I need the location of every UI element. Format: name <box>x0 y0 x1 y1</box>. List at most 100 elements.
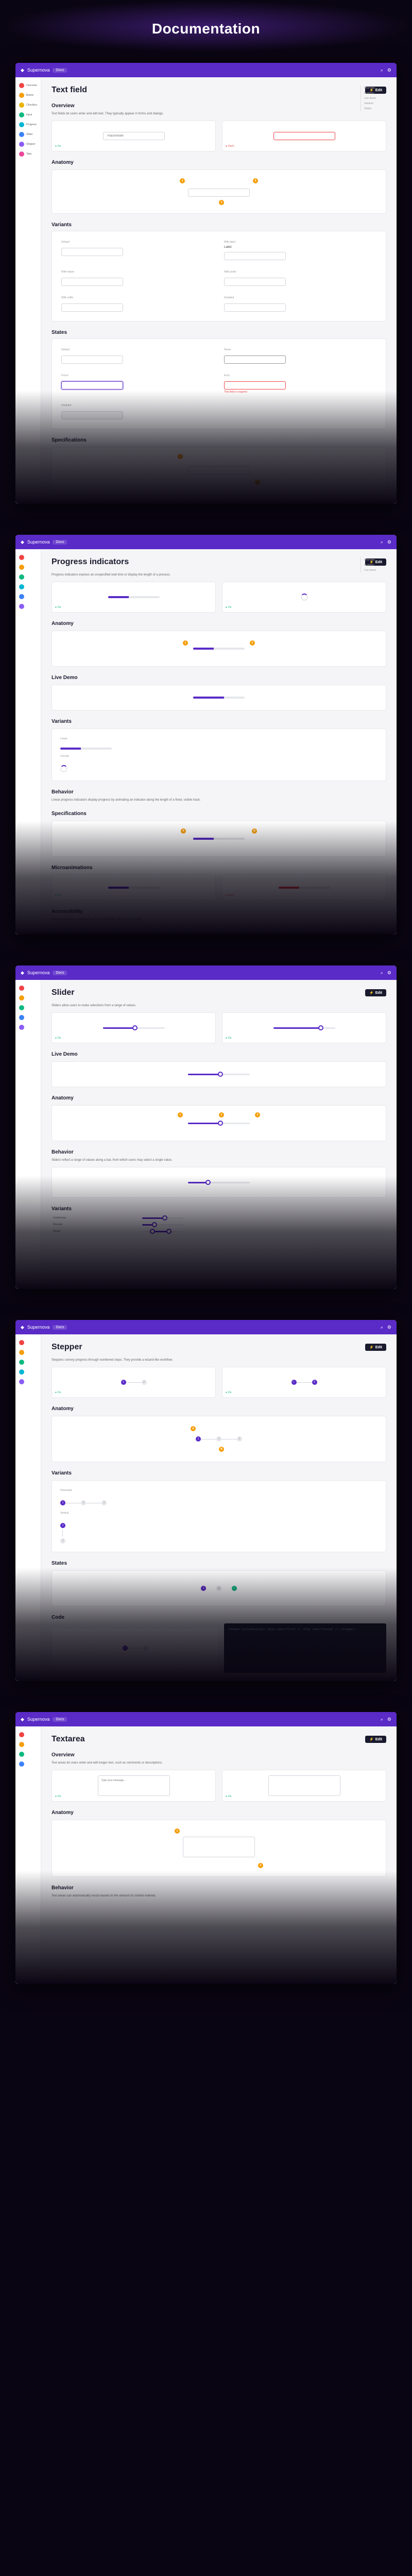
sidebar-item[interactable] <box>18 1750 39 1758</box>
edit-button[interactable]: Edit <box>365 1344 386 1351</box>
project-pill[interactable]: Docs <box>53 540 67 545</box>
textfield-demo[interactable] <box>103 132 165 140</box>
page-title: Progress indicators <box>52 557 129 567</box>
slider-thumb[interactable] <box>218 1072 223 1077</box>
project-pill[interactable]: Docs <box>53 1717 67 1722</box>
sidebar-item[interactable]: Button <box>18 91 39 99</box>
stepper-demo: ✓2 <box>291 1380 317 1385</box>
slider-demo[interactable] <box>273 1027 335 1029</box>
anatomy-sample <box>193 648 245 650</box>
progress-demo[interactable] <box>193 697 245 699</box>
variant-input[interactable] <box>61 248 123 256</box>
toc-item[interactable]: Anatomy <box>360 91 391 96</box>
anatomy-card: 12 <box>52 1820 386 1877</box>
step-dot[interactable]: 2 <box>142 1380 147 1385</box>
variant-input[interactable] <box>224 252 286 260</box>
slider-live[interactable] <box>188 1074 250 1075</box>
settings-icon[interactable]: ⚙ <box>387 67 391 73</box>
search-icon[interactable]: ⌕ <box>381 67 383 73</box>
sidebar-item[interactable] <box>18 1004 39 1012</box>
settings-icon[interactable]: ⚙ <box>387 539 391 545</box>
section-heading: Behavior <box>52 1149 386 1155</box>
step-inactive: 2 <box>216 1586 221 1591</box>
sidebar-item[interactable]: Progress <box>18 121 39 129</box>
settings-icon[interactable]: ⚙ <box>387 1325 391 1330</box>
sidebar-item[interactable] <box>18 1338 39 1347</box>
states-grid: Default Hover Focus ErrorThis field is r… <box>52 338 386 429</box>
state-input[interactable] <box>224 381 286 389</box>
hero: Documentation <box>0 0 412 53</box>
state-input[interactable] <box>61 355 123 364</box>
step-dot[interactable]: 1 <box>121 1380 126 1385</box>
project-pill[interactable]: Docs <box>53 68 67 73</box>
toc-item[interactable]: Variants <box>360 101 391 106</box>
state-input[interactable] <box>61 381 123 389</box>
sidebar-item[interactable] <box>18 592 39 601</box>
section-heading: Variants <box>52 719 386 724</box>
edit-button[interactable]: Edit <box>365 989 386 996</box>
toc-item[interactable]: Live demo <box>360 96 391 101</box>
toc-item[interactable]: Overview <box>360 86 391 91</box>
table-cell: Continuous <box>52 1215 141 1222</box>
search-icon[interactable]: ⌕ <box>381 1717 383 1722</box>
sidebar-item[interactable] <box>18 602 39 611</box>
textfield-demo[interactable] <box>273 132 335 140</box>
sidebar-item[interactable] <box>18 553 39 562</box>
sidebar-item[interactable] <box>18 1023 39 1031</box>
search-icon[interactable]: ⌕ <box>381 970 383 976</box>
sidebar-item[interactable] <box>18 1348 39 1357</box>
anatomy-point-icon: B <box>219 1447 224 1452</box>
sidebar-item[interactable] <box>18 994 39 1002</box>
variant-input[interactable] <box>61 278 123 286</box>
sidebar-item[interactable]: Checkbox <box>18 101 39 109</box>
step-dot[interactable]: ✓ <box>291 1380 297 1385</box>
sidebar-item[interactable] <box>18 1358 39 1366</box>
sidebar-item[interactable] <box>18 563 39 571</box>
toc-item[interactable]: States <box>360 106 391 111</box>
sidebar-item[interactable] <box>18 1760 39 1768</box>
variant-label: With helper <box>61 270 214 274</box>
slider-thumb[interactable] <box>318 1025 323 1030</box>
anatomy-point-icon: 2 <box>219 1112 224 1117</box>
sidebar-item[interactable] <box>18 1740 39 1749</box>
step-dot[interactable]: 2 <box>312 1380 317 1385</box>
do-badge: Do <box>226 1391 231 1394</box>
example-card: Do <box>52 121 216 151</box>
anatomy-card: 123AB <box>52 1416 386 1462</box>
toc-item[interactable]: Live demo <box>360 568 391 573</box>
slider-demo[interactable] <box>103 1027 165 1029</box>
sidebar-item[interactable]: Stepper <box>18 140 39 148</box>
sidebar-item[interactable] <box>18 1378 39 1386</box>
toc-item[interactable]: Overview <box>360 557 391 563</box>
toc-item[interactable]: Anatomy <box>360 563 391 568</box>
example-card: Do <box>52 1012 216 1043</box>
project-pill[interactable]: Docs <box>53 1325 67 1330</box>
section-heading: Anatomy <box>52 160 386 165</box>
sidebar-item[interactable]: Overview <box>18 81 39 90</box>
sidebar-item[interactable]: Tabs <box>18 150 39 158</box>
search-icon[interactable]: ⌕ <box>381 539 383 545</box>
sidebar-item[interactable]: Slider <box>18 130 39 139</box>
project-pill[interactable]: Docs <box>53 971 67 975</box>
sidebar-item[interactable] <box>18 1013 39 1022</box>
sidebar-item[interactable] <box>18 583 39 591</box>
anatomy-point-icon: 2 <box>250 640 255 646</box>
search-icon[interactable]: ⌕ <box>381 1325 383 1330</box>
settings-icon[interactable]: ⚙ <box>387 1717 391 1722</box>
sidebar-item[interactable] <box>18 573 39 581</box>
textarea-demo[interactable] <box>268 1775 340 1796</box>
sidebar-item[interactable] <box>18 984 39 992</box>
sidebar-item[interactable] <box>18 1731 39 1739</box>
variant-input[interactable] <box>224 278 286 286</box>
anatomy-card: 1 2 3 <box>52 170 386 214</box>
sidebar-item[interactable] <box>18 1368 39 1376</box>
topbar: ◆SupernovaDocs ⌕⚙ <box>15 965 397 980</box>
textarea-demo[interactable] <box>98 1775 170 1796</box>
edit-button[interactable]: Edit <box>365 1736 386 1743</box>
sidebar-item[interactable]: Input <box>18 111 39 119</box>
slider-thumb[interactable] <box>132 1025 138 1030</box>
variant-input[interactable] <box>61 303 123 312</box>
code-block[interactable]: <Stepper activeStep={1}> <Step label="Fi… <box>224 1623 386 1673</box>
settings-icon[interactable]: ⚙ <box>387 970 391 976</box>
state-input[interactable] <box>224 355 286 364</box>
